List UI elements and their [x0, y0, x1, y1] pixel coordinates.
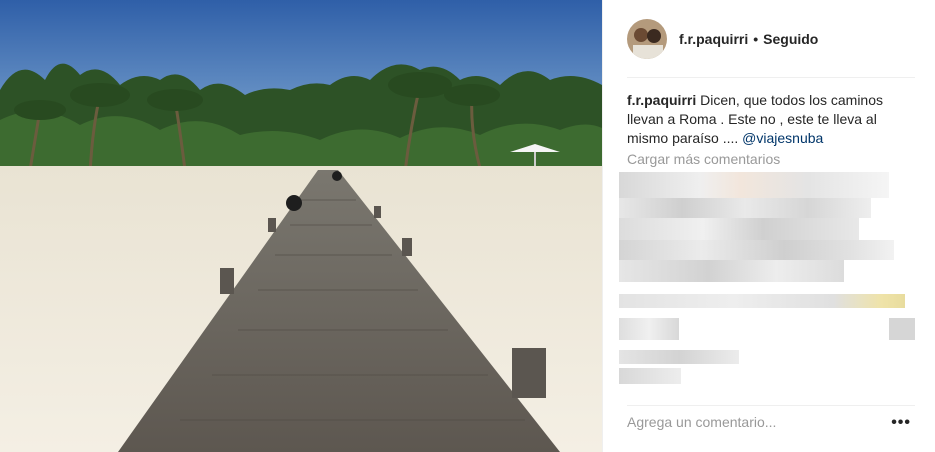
- post-sidebar: f.r.paquirri • Seguido f.r.paquirri Dice…: [602, 0, 935, 452]
- post-header: f.r.paquirri • Seguido: [627, 18, 915, 60]
- avatar[interactable]: [627, 19, 667, 59]
- add-comment-input[interactable]: Agrega un comentario...: [627, 414, 776, 430]
- caption-text-2: llevan a Roma . Este no , este te lleva …: [627, 111, 877, 127]
- load-more-comments[interactable]: Cargar más comentarios: [627, 151, 780, 167]
- instagram-post: f.r.paquirri • Seguido f.r.paquirri Dice…: [0, 0, 935, 452]
- post-photo[interactable]: [0, 0, 602, 452]
- caption-text-3: mismo paraíso ....: [627, 130, 743, 146]
- comment-divider: [627, 405, 915, 406]
- separator-dot: •: [753, 31, 759, 47]
- jetty-beach-image: [0, 0, 602, 452]
- follow-status[interactable]: Seguido: [763, 31, 818, 47]
- caption-username[interactable]: f.r.paquirri: [627, 92, 696, 108]
- post-caption: f.r.paquirri Dicen, que todos los camino…: [627, 91, 897, 148]
- header-divider: [627, 77, 915, 78]
- caption-mention[interactable]: @viajesnuba: [742, 130, 823, 146]
- caption-text-1: Dicen, que todos los caminos: [700, 92, 883, 108]
- more-options-icon[interactable]: •••: [891, 414, 911, 432]
- avatar-image: [627, 19, 667, 59]
- post-username[interactable]: f.r.paquirri: [679, 31, 748, 47]
